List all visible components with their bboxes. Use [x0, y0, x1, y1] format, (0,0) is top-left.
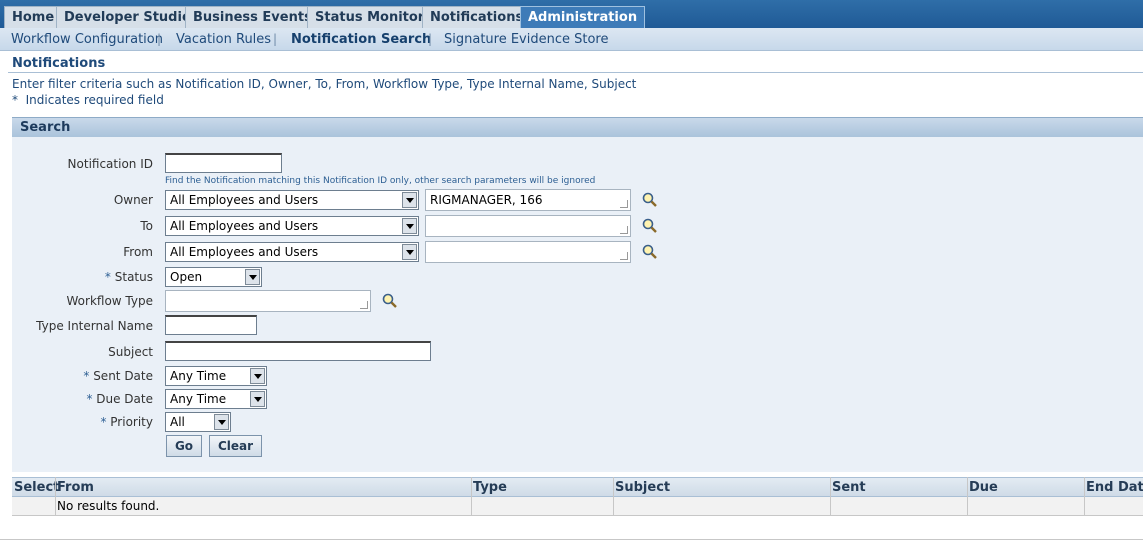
column-header-subject[interactable]: Subject: [615, 480, 670, 495]
notification-id-label: Notification ID: [67, 157, 153, 171]
owner-input[interactable]: RIGMANAGER, 166: [425, 189, 631, 211]
column-header-due[interactable]: Due: [969, 480, 998, 495]
subnav-separator: |: [273, 32, 278, 46]
status-value: Open: [170, 270, 203, 284]
status-label-text: Status: [114, 270, 153, 284]
column-divider: [55, 477, 56, 516]
chevron-down-icon: [402, 218, 417, 234]
search-icon[interactable]: [641, 243, 659, 261]
top-tab-bar: Home Developer Studio Business Events St…: [0, 0, 1143, 28]
due-date-label-text: Due Date: [96, 392, 153, 406]
required-star: *: [100, 415, 107, 429]
resize-grip-icon: [620, 200, 628, 208]
status-select[interactable]: Open: [165, 267, 262, 287]
chevron-down-icon: [402, 192, 417, 208]
subnav-vacation-rules[interactable]: Vacation Rules: [176, 32, 271, 47]
subnav-separator: |: [428, 32, 433, 46]
search-icon[interactable]: [641, 191, 659, 209]
required-star: *: [83, 369, 90, 383]
owner-scope-select[interactable]: All Employees and Users: [165, 190, 419, 210]
resize-grip-icon: [620, 252, 628, 260]
column-header-type[interactable]: Type: [473, 480, 507, 495]
to-label: To: [140, 219, 153, 233]
tab-administration[interactable]: Administration: [520, 6, 646, 28]
owner-value: RIGMANAGER, 166: [430, 193, 543, 207]
bottom-divider: [0, 539, 1143, 545]
from-scope-select[interactable]: All Employees and Users: [165, 242, 419, 262]
workflow-type-input[interactable]: [165, 290, 371, 312]
column-header-select: Select: [14, 480, 60, 495]
search-icon[interactable]: [641, 217, 659, 235]
status-label: * Status: [105, 270, 153, 284]
due-date-select[interactable]: Any Time: [165, 389, 267, 409]
column-divider: [613, 477, 614, 516]
resize-grip-icon: [360, 301, 368, 309]
column-divider: [830, 477, 831, 516]
from-scope-value: All Employees and Users: [170, 245, 319, 259]
search-header: Search: [12, 117, 1143, 137]
subnav-separator: |: [157, 32, 162, 46]
tab-business-events[interactable]: Business Events: [185, 6, 320, 28]
required-field-note: * Indicates required field: [12, 93, 164, 107]
required-star: *: [86, 392, 93, 406]
required-star: *: [104, 270, 111, 284]
owner-label: Owner: [113, 193, 153, 207]
instructions-text: Enter filter criteria such as Notificati…: [12, 77, 637, 91]
go-button[interactable]: Go: [166, 435, 202, 457]
chevron-down-icon: [250, 391, 265, 407]
tab-status-monitor[interactable]: Status Monitor: [307, 6, 433, 28]
tab-developer-studio[interactable]: Developer Studio: [56, 6, 199, 28]
required-star: *: [12, 93, 18, 107]
from-input[interactable]: [425, 241, 631, 263]
priority-select[interactable]: All: [165, 412, 231, 432]
due-date-label: * Due Date: [86, 392, 153, 406]
subnav-signature-evidence-store[interactable]: Signature Evidence Store: [444, 32, 609, 47]
title-divider: [8, 72, 1143, 73]
type-internal-name-input[interactable]: [165, 315, 257, 335]
tab-notifications[interactable]: Notifications: [422, 6, 532, 28]
sent-date-label: * Sent Date: [83, 369, 153, 383]
notification-id-hint: Find the Notification matching this Noti…: [165, 176, 596, 186]
required-note-text: Indicates required field: [25, 93, 164, 107]
workflow-type-label: Workflow Type: [66, 294, 153, 308]
search-header-title: Search: [20, 120, 71, 135]
column-divider: [967, 477, 968, 516]
to-input[interactable]: [425, 215, 631, 237]
subnav-workflow-configuration[interactable]: Workflow Configuration: [11, 32, 163, 47]
priority-label-text: Priority: [110, 415, 153, 429]
column-divider: [471, 477, 472, 516]
due-date-value: Any Time: [170, 392, 227, 406]
chevron-down-icon: [214, 414, 229, 430]
priority-value: All: [170, 415, 185, 429]
subject-label: Subject: [108, 345, 153, 359]
from-label: From: [123, 245, 153, 259]
column-header-from[interactable]: From: [57, 480, 94, 495]
sent-date-value: Any Time: [170, 369, 227, 383]
column-divider: [1084, 477, 1085, 516]
to-scope-value: All Employees and Users: [170, 219, 319, 233]
sent-date-select[interactable]: Any Time: [165, 366, 267, 386]
to-scope-select[interactable]: All Employees and Users: [165, 216, 419, 236]
results-header-row: Select From Type Subject Sent Due End Da…: [12, 477, 1143, 497]
chevron-down-icon: [245, 269, 260, 285]
column-header-end-date[interactable]: End Date: [1086, 480, 1143, 495]
tab-home[interactable]: Home: [4, 6, 63, 28]
subject-input[interactable]: [165, 341, 431, 361]
clear-button[interactable]: Clear: [209, 435, 262, 457]
sub-navigation: Workflow Configuration | Vacation Rules …: [0, 28, 1143, 51]
column-header-sent[interactable]: Sent: [832, 480, 866, 495]
priority-label: * Priority: [100, 415, 153, 429]
owner-scope-value: All Employees and Users: [170, 193, 319, 207]
resize-grip-icon: [620, 226, 628, 234]
notification-id-input[interactable]: [165, 153, 282, 173]
chevron-down-icon: [402, 244, 417, 260]
search-icon[interactable]: [381, 292, 399, 310]
subnav-notification-search[interactable]: Notification Search: [291, 32, 431, 47]
page-title: Notifications: [12, 56, 106, 71]
sent-date-label-text: Sent Date: [93, 369, 153, 383]
chevron-down-icon: [250, 368, 265, 384]
no-results-message: No results found.: [57, 499, 160, 513]
type-internal-name-label: Type Internal Name: [36, 319, 153, 333]
table-row: [12, 497, 1143, 516]
